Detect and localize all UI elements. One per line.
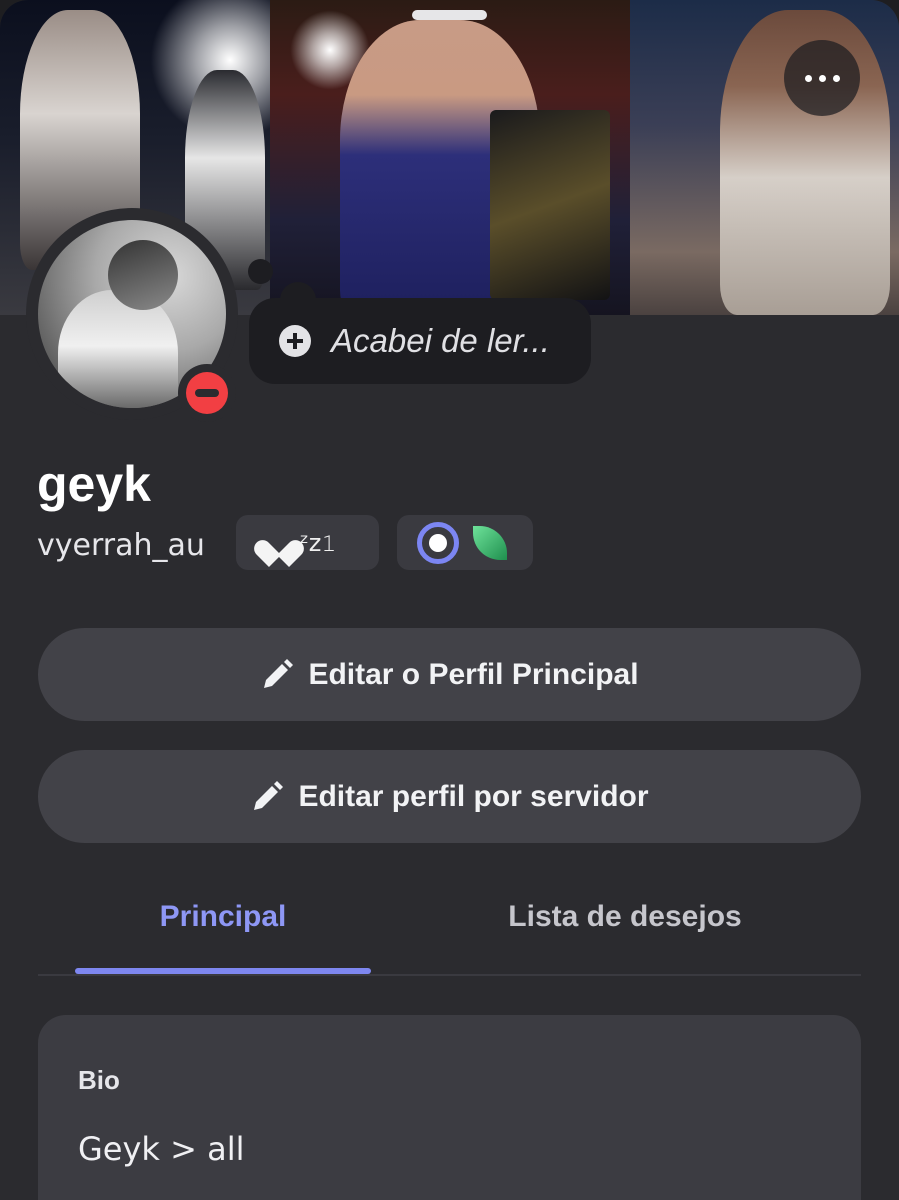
plus-circle-icon [279,325,311,357]
status-chip[interactable]: ᶻz𝟷 [236,515,379,570]
banner-photo-2 [270,0,630,315]
edit-main-profile-button[interactable]: Editar o Perfil Principal [38,628,861,721]
edit-server-profile-label: Editar perfil por servidor [298,779,649,813]
drag-handle[interactable] [412,10,487,20]
tab-principal[interactable]: Principal [75,900,371,934]
custom-status-bubble[interactable]: Acabei de ler... [249,298,591,384]
banner-photo-3 [630,0,899,315]
laurel-badge-icon[interactable] [417,521,459,564]
badges-chip[interactable] [397,515,533,570]
more-horizontal-icon [804,74,812,82]
tab-wishlist[interactable]: Lista de desejos [480,900,770,934]
pencil-icon [250,780,284,814]
pencil-icon [260,658,294,692]
username: vyerrah_au [37,528,205,563]
white-heart-icon [264,529,294,557]
status-chip-text: ᶻz𝟷 [300,528,337,557]
dnd-status-icon [186,372,228,414]
display-name: geyk [37,456,151,512]
bio-card: Bio Geyk > all [38,1015,861,1200]
leaf-badge-icon[interactable] [473,525,507,560]
bio-label: Bio [78,1065,120,1095]
active-tab-indicator [75,968,371,974]
more-options-button[interactable] [784,40,860,116]
edit-server-profile-button[interactable]: Editar perfil por servidor [38,750,861,843]
tab-divider [38,974,861,976]
profile-sheet: Acabei de ler... geyk vyerrah_au ᶻz𝟷 Edi… [0,0,899,1200]
edit-main-profile-label: Editar o Perfil Principal [308,657,639,691]
bio-text: Geyk > all [78,1130,245,1168]
custom-status-text: Acabei de ler... [331,322,550,359]
